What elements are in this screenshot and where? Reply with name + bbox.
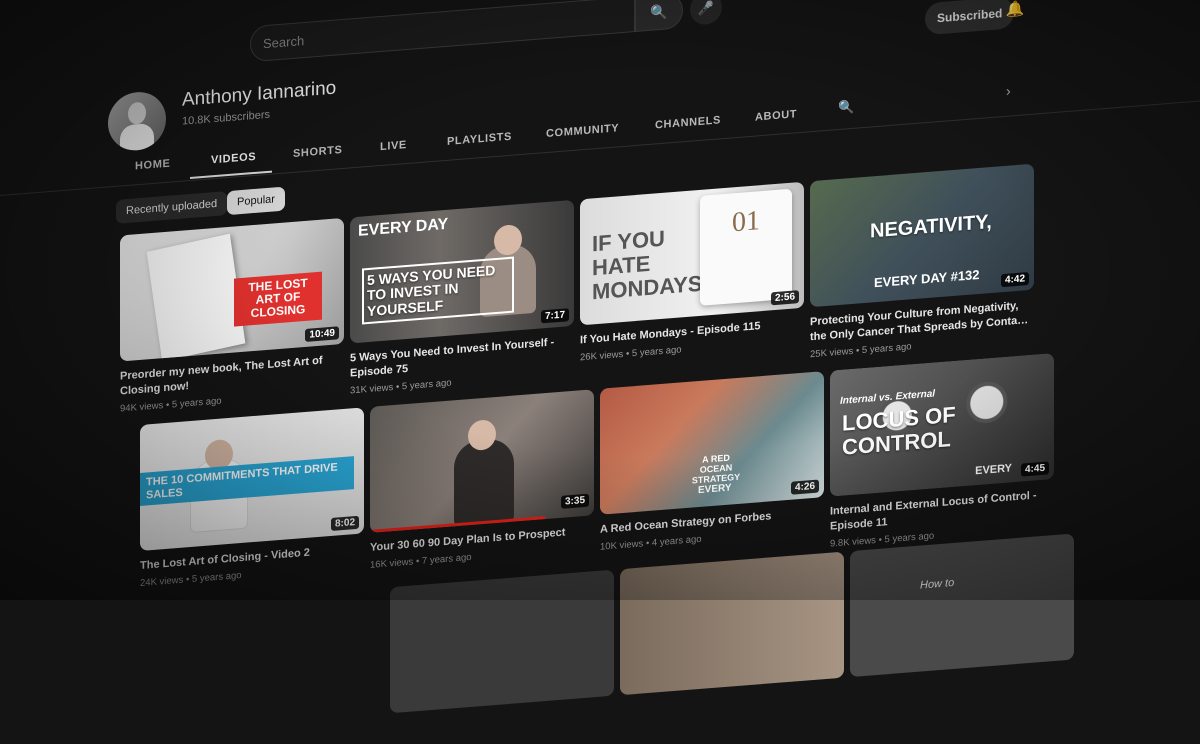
chip-popular[interactable]: Popular — [227, 186, 285, 216]
video-duration: 7:17 — [540, 308, 569, 324]
thumbnail-caption: NEGATIVITY, — [870, 210, 992, 243]
tab-channels[interactable]: CHANNELS — [655, 114, 721, 131]
video-thumbnail[interactable]: NEGATIVITY, EVERY DAY #132 4:42 — [810, 163, 1034, 308]
video-thumbnail[interactable]: A RED OCEAN STRATEGY EVERY 4:26 — [600, 371, 824, 515]
channel-search-icon[interactable]: 🔍 — [838, 99, 854, 116]
view-count: 94K views — [120, 400, 164, 415]
video-thumbnail[interactable]: 3:35 — [370, 389, 594, 533]
video-card[interactable] — [390, 569, 614, 714]
tab-shorts[interactable]: SHORTS — [293, 144, 342, 160]
search-icon: 🔍 — [650, 2, 668, 21]
video-card[interactable]: IF YOU HATE MONDAYS 01 2:56 If You Hate … — [580, 181, 804, 364]
upload-age: 5 years ago — [884, 530, 935, 546]
video-card[interactable]: EVERY DAY 5 WAYS YOU NEED TO INVEST IN Y… — [350, 199, 574, 397]
thumbnail-caption: LOCUS OF CONTROL — [842, 401, 956, 460]
calendar-number: 01 — [732, 205, 760, 239]
video-thumbnail[interactable] — [620, 551, 844, 696]
view-count: 16K views — [370, 556, 414, 571]
chevron-right-icon[interactable]: › — [1006, 82, 1011, 98]
video-thumbnail[interactable]: IF YOU HATE MONDAYS 01 2:56 — [580, 181, 804, 326]
video-card[interactable]: A RED OCEAN STRATEGY EVERY 4:26 A Red Oc… — [600, 371, 824, 553]
tab-videos[interactable]: VIDEOS — [211, 151, 256, 167]
upload-age: 5 years ago — [861, 341, 912, 357]
search-button[interactable]: 🔍 — [635, 0, 683, 33]
voice-search-button[interactable]: 🎤 — [690, 0, 722, 26]
video-duration: 3:35 — [560, 493, 589, 509]
video-thumbnail[interactable]: THE LOST ART OF CLOSING 10:49 — [120, 217, 344, 362]
video-duration: 10:49 — [305, 326, 339, 342]
thumbnail-caption: THE LOST ART OF CLOSING — [234, 271, 322, 327]
upload-age: 5 years ago — [191, 569, 242, 585]
presenter-image — [454, 437, 514, 527]
video-card[interactable]: THE 10 COMMITMENTS THAT DRIVE SALES 8:02… — [140, 407, 364, 589]
view-count: 31K views — [350, 382, 394, 397]
thumbnail-tag: EVERY — [975, 462, 1012, 478]
video-duration: 4:45 — [1020, 461, 1049, 477]
upload-age: 4 years ago — [651, 533, 702, 549]
video-thumbnail[interactable]: THE 10 COMMITMENTS THAT DRIVE SALES 8:02 — [140, 407, 364, 551]
tab-about[interactable]: ABOUT — [755, 108, 797, 123]
tab-home[interactable]: HOME — [135, 158, 170, 173]
video-thumbnail[interactable]: How to — [850, 533, 1074, 678]
thumbnail-kicker: EVERY DAY #132 — [874, 266, 980, 291]
video-card[interactable]: Internal vs. External LOCUS OF CONTROL E… — [830, 353, 1054, 550]
calendar-image: 01 — [700, 188, 792, 306]
video-thumbnail[interactable]: Internal vs. External LOCUS OF CONTROL E… — [830, 353, 1054, 497]
video-card[interactable]: NEGATIVITY, EVERY DAY #132 4:42 Protecti… — [810, 163, 1034, 361]
tab-playlists[interactable]: PLAYLISTS — [447, 131, 512, 148]
video-duration: 2:56 — [770, 290, 799, 306]
subscribed-button[interactable]: Subscribed — [925, 0, 1015, 36]
view-count: 10K views — [600, 538, 644, 553]
thumbnail-kicker: EVERY — [698, 482, 732, 497]
search-input[interactable]: Search — [250, 0, 635, 63]
microphone-icon: 🎤 — [697, 0, 715, 17]
upload-age: 5 years ago — [401, 377, 452, 393]
upload-age: 7 years ago — [421, 551, 472, 567]
subscriber-count: 10.8K subscribers — [182, 108, 271, 128]
video-card[interactable]: 3:35 Your 30 60 90 Day Plan Is to Prospe… — [370, 389, 594, 571]
video-thumbnail[interactable]: EVERY DAY 5 WAYS YOU NEED TO INVEST IN Y… — [350, 199, 574, 344]
video-card[interactable]: THE LOST ART OF CLOSING 10:49 Preorder m… — [120, 217, 344, 415]
video-duration: 8:02 — [330, 515, 359, 531]
notification-bell-icon[interactable]: 🔔 — [1005, 0, 1025, 23]
thumbnail-caption: 5 WAYS YOU NEED TO INVEST IN YOURSELF — [362, 256, 514, 325]
video-card[interactable] — [620, 551, 844, 696]
chip-recently-uploaded[interactable]: Recently uploaded — [116, 191, 228, 224]
view-count: 26K views — [580, 348, 624, 364]
view-count: 9.8K views — [830, 535, 876, 550]
book-cover-image — [146, 233, 246, 362]
video-duration: 4:26 — [790, 479, 819, 495]
tab-community[interactable]: COMMUNITY — [546, 122, 619, 140]
thumbnail-caption: IF YOU HATE MONDAYS — [592, 225, 703, 305]
view-count: 24K views — [140, 574, 184, 589]
thumbnail-caption: A RED OCEAN STRATEGY — [691, 452, 741, 486]
upload-age: 5 years ago — [631, 344, 682, 360]
tab-live[interactable]: LIVE — [380, 139, 407, 153]
search-placeholder: Search — [263, 32, 305, 51]
channel-name: Anthony Iannarino — [182, 77, 337, 111]
video-duration: 4:42 — [1000, 272, 1029, 288]
view-count: 25K views — [810, 345, 854, 361]
thumbnail-caption: How to — [920, 576, 955, 592]
channel-avatar[interactable] — [108, 89, 166, 153]
upload-age: 5 years ago — [171, 395, 222, 411]
video-card[interactable]: How to — [850, 533, 1074, 678]
youtube-channel-page: Search 🔍 🎤 Subscribed 🔔 Anthony Iannarin… — [0, 0, 1200, 714]
thumbnail-kicker: EVERY DAY — [358, 215, 449, 240]
video-thumbnail[interactable] — [390, 569, 614, 714]
